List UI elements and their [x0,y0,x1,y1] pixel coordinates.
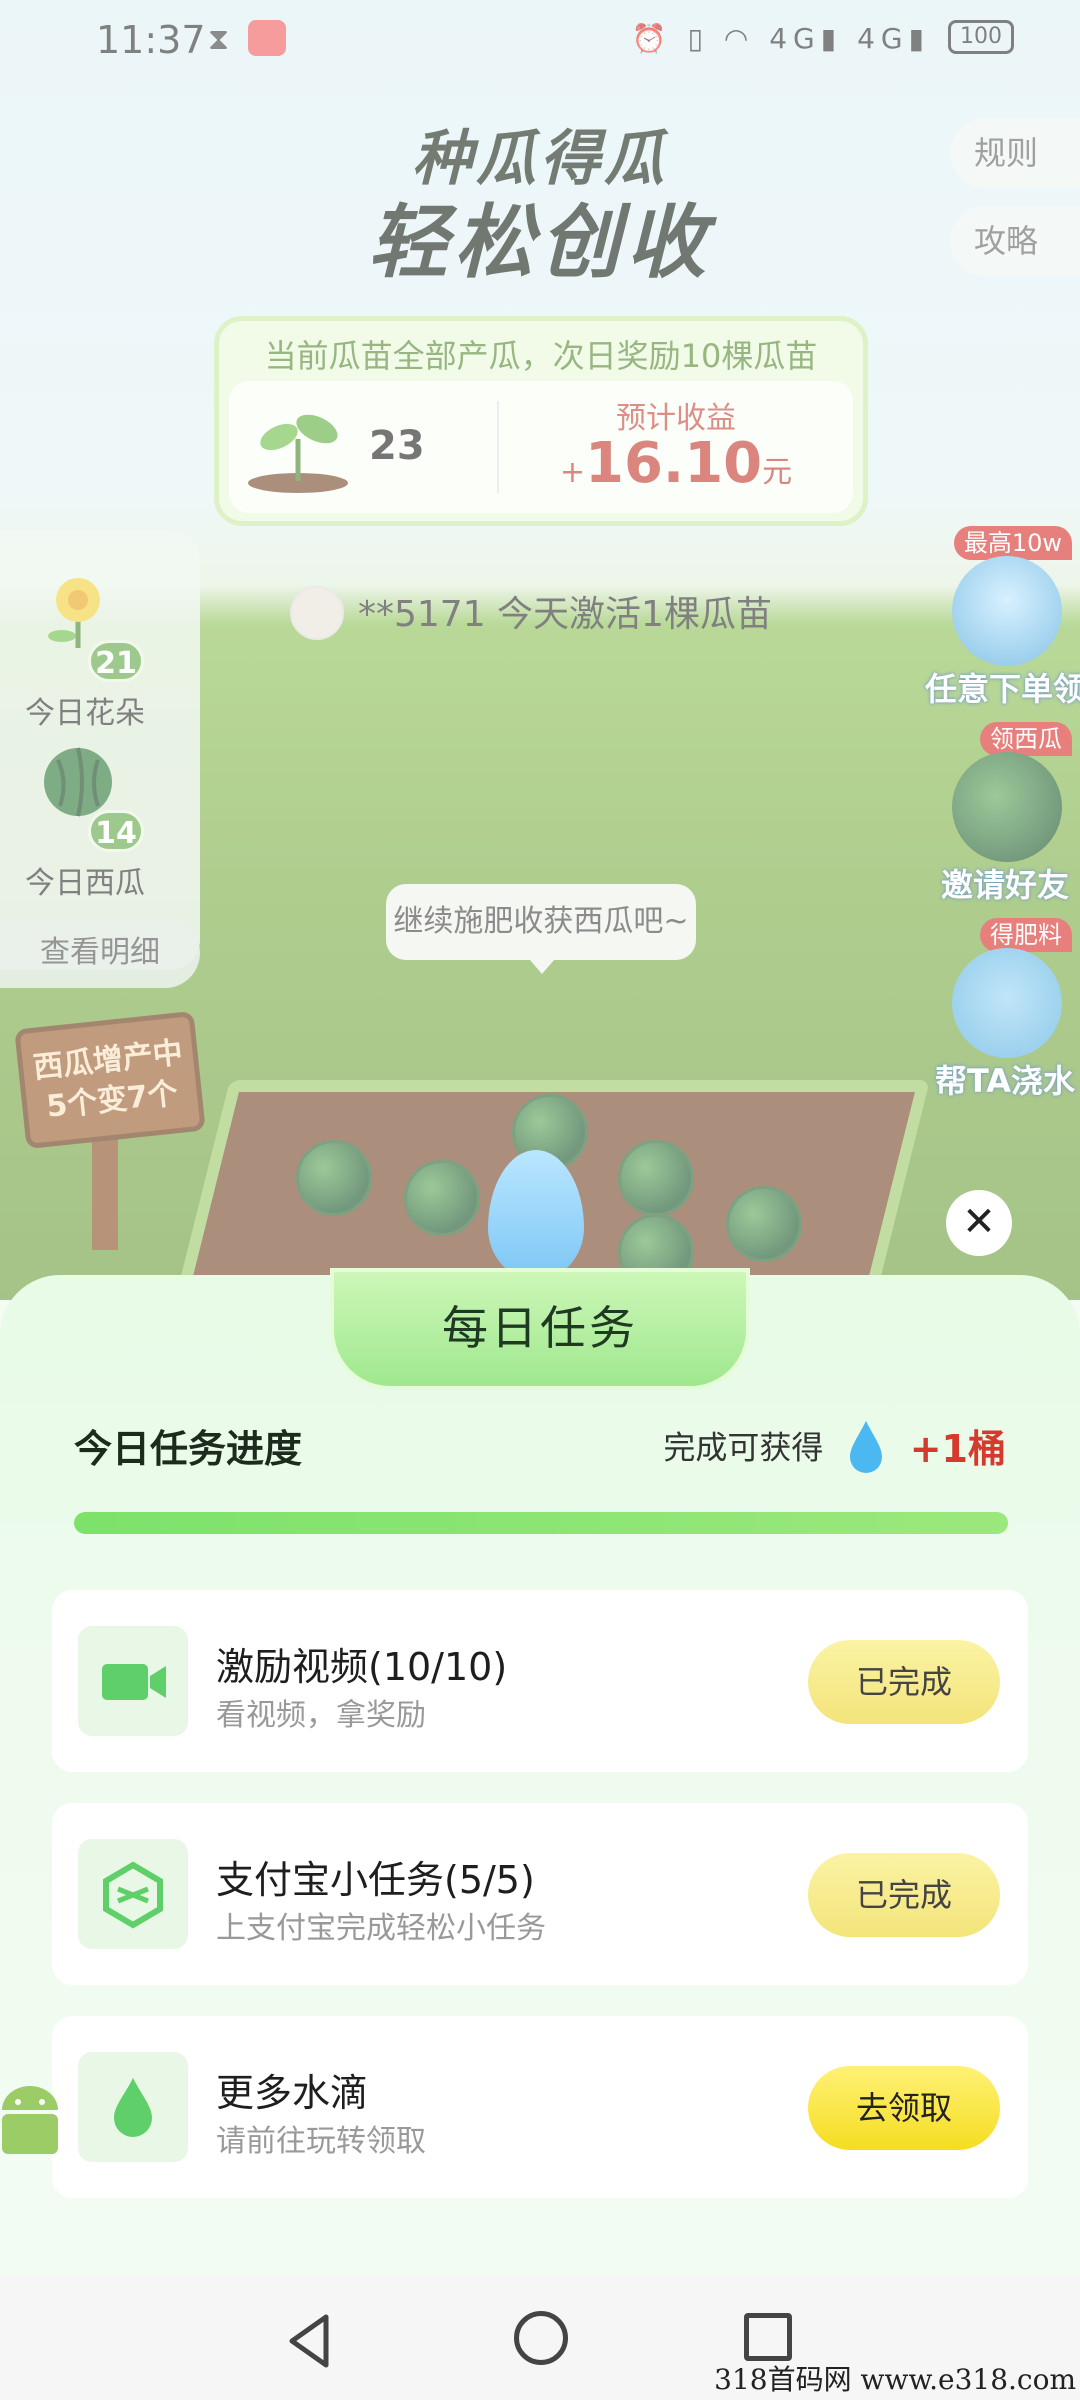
android-robot-icon [2,2086,58,2154]
recent-apps-icon[interactable] [744,2313,792,2361]
today-flowers[interactable]: 21 今日花朵 [0,560,200,731]
today-melons[interactable]: 14 今日西瓜 [0,730,200,901]
task-title: 支付宝小任务(5/5) [216,1858,535,1902]
home-icon[interactable] [514,2311,568,2365]
task-status-button[interactable]: 已完成 [808,1640,1000,1724]
task-card-more-water: 更多水滴 请前往玩转领取 去领取 [52,2016,1028,2198]
melon-count-badge: 14 [88,810,144,852]
status-bar: 11:37 ⧗ ⏰ ▯ ◠ 4G▮ 4G▮ 100 [0,0,1080,80]
rules-button[interactable]: 规则 [950,118,1080,188]
harvest-banner: 当前瓜苗全部产瓜，次日奖励10棵瓜苗 23 预计收益 +16.10元 [214,316,868,526]
banner-stats: 23 预计收益 +16.10元 [229,381,853,513]
task-progress-fill [74,1512,1008,1534]
task-subtitle: 上支付宝完成轻松小任务 [216,1911,546,1946]
video-camera-icon [78,1626,188,1736]
task-progress-bar [74,1512,1008,1534]
water-drop-icon [78,2052,188,2162]
banner-headline: 当前瓜苗全部产瓜，次日奖励10棵瓜苗 [264,337,818,375]
back-icon[interactable] [280,2311,340,2371]
activity-notice: **5171 今天激活1棵瓜苗 [358,594,772,635]
sheet-title: 每日任务 [442,1301,638,1355]
reward-label: 完成可获得 [663,1428,824,1467]
close-button[interactable]: ✕ [946,1190,1012,1256]
avatar [290,586,344,640]
alipay-cube-icon [78,1839,188,1949]
estimate-value: +16.10元 [559,431,793,496]
left-stats-panel: 21 今日花朵 14 今日西瓜 [0,530,200,970]
watermelon[interactable] [404,1160,480,1236]
flower-label: 今日花朵 [25,696,145,731]
app-notification-icon [248,20,286,56]
signal-icons: ⏰ ▯ ◠ 4G▮ 4G▮ [631,22,930,55]
view-details-button[interactable]: 查看明细 [0,918,200,988]
watering-can-icon [952,948,1062,1058]
task-subtitle: 看视频，拿奖励 [216,1698,426,1733]
invite-label: 邀请好友 [940,866,1069,904]
page-title-line2: 轻松创收 [368,196,712,289]
help-water-label: 帮TA浇水 [934,1062,1076,1100]
watermark: 318首码网 www.e318.com [714,2363,1076,2396]
tip-bubble: 继续施肥收获西瓜吧~ [386,884,696,974]
water-drop-icon [849,1420,882,1473]
watermelon[interactable] [618,1140,694,1216]
task-title: 更多水滴 [216,2071,369,2115]
help-water-entry[interactable]: 得肥料 帮TA浇水 [930,918,1080,1108]
system-nav-bar: 318首码网 www.e318.com [0,2275,1080,2400]
melon-label: 今日西瓜 [25,866,145,901]
sheet-title-tab: 每日任务 [330,1268,750,1390]
watermelon[interactable] [726,1186,802,1262]
water-splash-icon [952,556,1062,666]
flower-count-badge: 21 [88,640,144,682]
invite-tag: 领西瓜 [980,722,1072,756]
task-card-alipay: 支付宝小任务(5/5) 上支付宝完成轻松小任务 已完成 [52,1803,1028,1985]
wooden-sign: 西瓜增产中 5个变7个 [14,1010,206,1150]
watermelon[interactable] [296,1140,372,1216]
battery-icon: 100 [948,20,1014,54]
task-title: 激励视频(10/10) [216,1645,508,1689]
order-reward-label: 任意下单领 [924,670,1080,708]
claim-button[interactable]: 去领取 [808,2066,1000,2150]
task-subtitle: 请前往玩转领取 [216,2124,426,2159]
invite-friends-entry[interactable]: 领西瓜 邀请好友 [930,722,1080,912]
reward-info: 完成可获得 +1桶 [663,1418,1006,1473]
seedling-icon [248,414,348,493]
order-reward-tag: 最高10w [953,526,1072,560]
watermelon-icon [44,747,112,817]
guide-button[interactable]: 攻略 [950,206,1080,276]
seedling-count: 23 [369,423,425,469]
game-scene: 11:37 ⧗ ⏰ ▯ ◠ 4G▮ 4G▮ 100 种瓜得瓜 轻松创收 规则 攻… [0,0,1080,1300]
watermelon-gift-icon [952,752,1062,862]
task-status-button[interactable]: 已完成 [808,1853,1000,1937]
status-time: 11:37 [96,18,206,62]
order-reward-entry[interactable]: 最高10w 任意下单领 [925,526,1080,716]
flower-icon [48,578,100,648]
sign-post [92,1130,118,1250]
progress-title: 今日任务进度 [74,1427,303,1471]
hourglass-icon: ⧗ [208,22,230,57]
reward-amount: +1桶 [909,1427,1006,1471]
task-card-video: 激励视频(10/10) 看视频，拿奖励 已完成 [52,1590,1028,1772]
help-water-tag: 得肥料 [980,918,1072,952]
